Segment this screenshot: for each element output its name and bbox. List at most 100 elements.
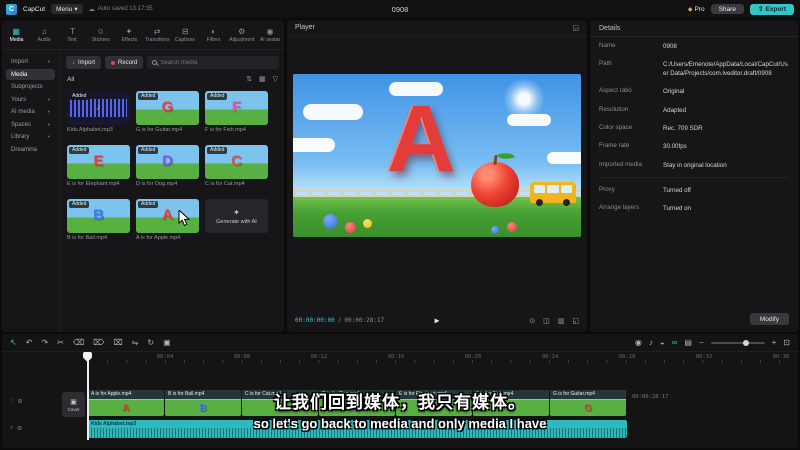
import-button[interactable]: ↓ Import	[66, 56, 102, 69]
timeline-ruler[interactable]: 00:04 00:08 00:12 00:16 00:20 00:24 00:2…	[2, 352, 798, 364]
sidebar-item-media[interactable]: Media	[6, 69, 55, 80]
ball-graphic	[345, 222, 356, 233]
media-item-g-guitar[interactable]: G Added G is for Guitar.mp4	[136, 91, 199, 133]
magnet-icon[interactable]: ◒	[660, 338, 665, 347]
delete-icon[interactable]: ⌧	[113, 338, 122, 347]
media-item-name: A is for Apple.mp4	[136, 235, 181, 241]
export-arrow-icon: ⇧	[757, 6, 764, 13]
sidebar-item-dreamina[interactable]: Dreamina	[6, 144, 55, 155]
preview-axis-icon[interactable]: ▤	[684, 338, 692, 347]
tab-media[interactable]: ▦ Media	[2, 27, 30, 43]
video-thumbnail[interactable]: D Added	[136, 145, 199, 179]
media-icon: ▦	[12, 26, 20, 36]
tab-text[interactable]: T Text	[58, 27, 86, 43]
tab-stickers[interactable]: ☺ Stickers	[87, 27, 115, 43]
export-button[interactable]: ⇧ Export	[749, 3, 794, 15]
letter-a-graphic: A	[387, 86, 456, 192]
tab-audio[interactable]: ♫ Audio	[30, 27, 58, 43]
record-button[interactable]: Record	[105, 56, 144, 69]
grid-view-icon[interactable]: ▦	[259, 75, 266, 83]
sidebar-item-spaces[interactable]: Spaces ▾	[6, 119, 55, 130]
menu-button[interactable]: Menu ▾	[51, 4, 83, 14]
share-button[interactable]: Share	[710, 4, 744, 14]
media-filter-row: All ⇅ ▦ ▽	[67, 75, 278, 84]
added-badge: Added	[207, 147, 228, 154]
zoom-out-icon[interactable]: −	[699, 338, 704, 347]
adjustment-icon: ⚙	[238, 26, 246, 36]
sidebar-item-yours[interactable]: Yours ▾	[6, 94, 55, 105]
sidebar-item-subprojects[interactable]: Subprojects	[6, 82, 55, 93]
crop-icon[interactable]: ▣	[163, 338, 171, 347]
media-actions-row: ↓ Import Record	[66, 56, 279, 69]
play-button[interactable]: ▶	[435, 316, 440, 325]
filter-all-label[interactable]: All	[67, 76, 74, 83]
media-item-c-cat[interactable]: C Added C is for Cat.mp4	[205, 145, 268, 187]
zoom-slider[interactable]	[710, 339, 765, 346]
subtitle-english: so let's go back to media and only media…	[253, 416, 547, 431]
tab-filters[interactable]: ◐ Filters	[199, 27, 227, 43]
fit-timeline-icon[interactable]: ⊡	[783, 338, 790, 347]
ai-avatar-icon: ◉	[266, 26, 274, 36]
search-box[interactable]	[147, 56, 279, 69]
tab-effects[interactable]: ✦ Effects	[115, 27, 143, 43]
video-thumbnail[interactable]: G Added	[136, 91, 199, 125]
filter-icon[interactable]: ▽	[273, 75, 278, 83]
delete-left-icon[interactable]: ⌫	[73, 338, 84, 347]
added-badge: Added	[69, 147, 90, 154]
mirror-preview-icon[interactable]: ▥	[558, 317, 565, 325]
zoom-in-icon[interactable]: +	[772, 338, 777, 347]
media-item-f-fish[interactable]: F Added F is for Fish.mp4	[205, 91, 268, 133]
media-item-d-dog[interactable]: D Added D is for Dog.mp4	[136, 145, 199, 187]
sort-icon[interactable]: ⇅	[246, 75, 252, 83]
search-icon	[152, 60, 158, 65]
undo-icon[interactable]: ↶	[26, 338, 33, 347]
media-item-kids-alphabet[interactable]: ♪ Added Kids Alphabet.mp3	[67, 91, 130, 133]
ratio-icon[interactable]: ◫	[543, 317, 550, 325]
mouse-cursor	[178, 210, 191, 227]
detail-row-arrange-layers: Arrange layers Turned on	[599, 204, 691, 213]
sidebar-item-library[interactable]: Library ▾	[6, 132, 55, 143]
sidebar-item-ai-media[interactable]: AI media ▾	[6, 107, 55, 118]
mute-icon[interactable]: ♪	[649, 338, 653, 347]
split-icon[interactable]: ✂	[57, 338, 64, 347]
media-item-b-ball[interactable]: B Added B is for Ball.mp4	[67, 199, 130, 241]
audio-thumbnail[interactable]: ♪ Added	[67, 91, 130, 125]
modify-button[interactable]: Modify	[749, 313, 789, 325]
tab-transitions[interactable]: ⇄ Transitions	[143, 27, 171, 43]
media-item-e-elephant[interactable]: E Added E is for Elephant.mp4	[67, 145, 130, 187]
player-title: Player	[295, 24, 315, 31]
generate-with-ai-tile[interactable]: ✦ Generate with AI	[205, 199, 268, 233]
redo-icon[interactable]: ↷	[41, 338, 48, 347]
snapshot-icon[interactable]: ⊙	[529, 317, 535, 325]
video-preview-canvas[interactable]: A	[293, 74, 581, 237]
zoom-slider-knob[interactable]	[743, 339, 750, 346]
cloud-icon: ☁	[88, 6, 95, 13]
sidebar-item-import[interactable]: Import ▾	[6, 57, 55, 68]
mic-icon[interactable]: ◉	[635, 338, 642, 347]
app-name: CapCut	[23, 5, 46, 13]
tab-adjustment[interactable]: ⚙ Adjustment	[228, 27, 256, 43]
video-thumbnail[interactable]: E Added	[67, 145, 130, 179]
rotate-icon[interactable]: ↻	[147, 338, 154, 347]
video-thumbnail[interactable]: B Added	[67, 199, 130, 233]
tab-captions[interactable]: ⊟ Captions	[171, 27, 199, 43]
select-tool-icon[interactable]: ↖	[10, 338, 17, 347]
search-input[interactable]	[160, 59, 274, 66]
media-item-name: B is for Ball.mp4	[67, 235, 108, 241]
autosave-status: ☁ Auto saved 13:17:35	[88, 6, 153, 13]
mirror-icon[interactable]: ⇋	[132, 338, 139, 347]
player-expand-icon[interactable]: ◲	[572, 24, 579, 32]
video-thumbnail[interactable]: F Added	[205, 91, 268, 125]
details-panel: Details Name 0908 Path C:/Users/Emenote/Ap…	[590, 20, 798, 332]
link-icon[interactable]: ∞	[672, 338, 678, 347]
tab-ai-avatar[interactable]: ◉ AI avatar	[256, 27, 284, 43]
video-thumbnail[interactable]: C Added	[205, 145, 268, 179]
pro-button[interactable]: ◆ Pro	[688, 6, 705, 13]
apple-leaf	[497, 149, 515, 163]
media-item-name: G is for Guitar.mp4	[136, 127, 183, 133]
delete-right-icon[interactable]: ⌦	[93, 338, 104, 347]
import-icon: ↓	[72, 59, 75, 66]
detail-row-aspect-ratio: Aspect ratio Original	[599, 87, 685, 96]
fullscreen-icon[interactable]: ◱	[572, 317, 579, 325]
sparkle-icon: ✦	[233, 207, 240, 217]
